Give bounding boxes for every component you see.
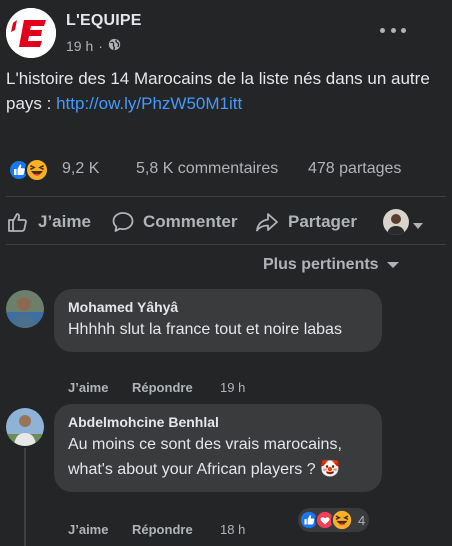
current-user-avatar[interactable] bbox=[383, 209, 409, 235]
commenter-avatar[interactable] bbox=[6, 408, 44, 446]
share-arrow-icon bbox=[256, 213, 278, 232]
post-text: L'histoire des 14 Marocains de la liste … bbox=[6, 66, 446, 116]
divider bbox=[6, 196, 446, 197]
comment-bubble: Mohamed Yâhyâ Hhhhh slut la france tout … bbox=[54, 289, 382, 352]
sort-label: Plus pertinents bbox=[263, 256, 379, 273]
comment-author[interactable]: Mohamed Yâhyâ bbox=[68, 298, 368, 316]
comment-text: Hhhhh slut la france tout et noire labas bbox=[68, 321, 342, 338]
more-options-icon[interactable] bbox=[380, 20, 406, 40]
comment-text: Au moins ce sont des vrais marocains, wh… bbox=[68, 432, 368, 482]
comment-button[interactable]: Commenter bbox=[111, 204, 237, 240]
comment-sort-dropdown[interactable]: Plus pertinents bbox=[263, 256, 399, 274]
post-link[interactable]: http://ow.ly/PhzW50M1itt bbox=[56, 94, 242, 113]
thumb-up-icon bbox=[8, 213, 27, 232]
comment-time[interactable]: 18 h bbox=[220, 522, 245, 537]
reaction-icons[interactable] bbox=[8, 158, 49, 182]
meta-separator: · bbox=[98, 38, 103, 54]
comment-author[interactable]: Abdelmohcine Benhlal bbox=[68, 413, 368, 431]
comments-count[interactable]: 5,8 K commentaires bbox=[136, 160, 278, 178]
clown-emoji: 🤡 bbox=[320, 461, 341, 478]
caret-down-icon[interactable] bbox=[413, 217, 423, 235]
commenter-avatar[interactable] bbox=[6, 290, 44, 328]
share-label: Partager bbox=[288, 212, 357, 231]
comment-label: Commenter bbox=[143, 212, 238, 231]
divider bbox=[6, 244, 446, 245]
share-button[interactable]: Partager bbox=[254, 204, 357, 240]
comment-bubble: Abdelmohcine Benhlal Au moins ce sont de… bbox=[54, 404, 382, 492]
comment-reactions[interactable]: 4 bbox=[298, 508, 370, 532]
globe-icon bbox=[108, 38, 121, 54]
reaction-count[interactable]: 9,2 K bbox=[62, 160, 99, 178]
speech-bubble-icon bbox=[112, 212, 134, 232]
comment-actions: J’aime Répondre 19 h bbox=[68, 380, 245, 395]
comment-body: Au moins ce sont des vrais marocains, wh… bbox=[68, 436, 342, 478]
comment-like-link[interactable]: J’aime bbox=[68, 380, 132, 395]
haha-reaction-icon bbox=[25, 158, 49, 182]
page-logo[interactable] bbox=[6, 8, 56, 58]
comment-reply-link[interactable]: Répondre bbox=[132, 380, 220, 395]
like-button[interactable]: J’aime bbox=[6, 204, 91, 240]
post-meta: 19 h · bbox=[66, 38, 121, 54]
shares-count[interactable]: 478 partages bbox=[308, 160, 401, 178]
caret-down-icon bbox=[386, 262, 399, 268]
reply-thread-line bbox=[24, 448, 26, 546]
post-time[interactable]: 19 h bbox=[66, 38, 93, 54]
comment-reply-link[interactable]: Répondre bbox=[132, 522, 220, 537]
comment-actions: J’aime Répondre 18 h bbox=[68, 522, 245, 537]
haha-reaction-icon bbox=[331, 509, 353, 531]
page-name[interactable]: L'EQUIPE bbox=[66, 12, 142, 30]
comment-reaction-count: 4 bbox=[358, 512, 366, 528]
comment-like-link[interactable]: J’aime bbox=[68, 522, 132, 537]
comment-time[interactable]: 19 h bbox=[220, 380, 245, 395]
like-label: J’aime bbox=[38, 212, 91, 231]
